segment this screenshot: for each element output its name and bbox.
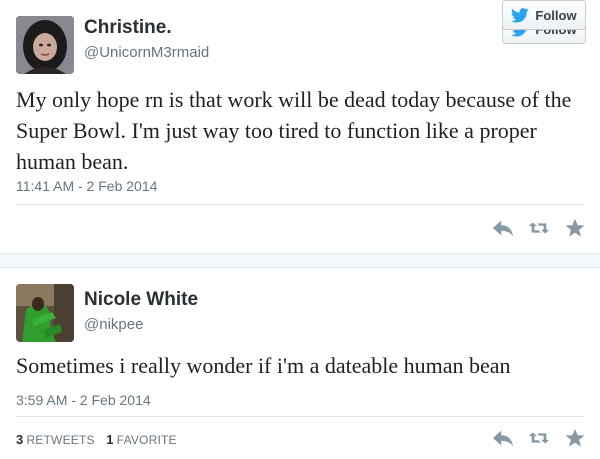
retweet-icon[interactable] [528, 218, 550, 238]
author-info: Christine. @UnicornM3rmaid [84, 16, 209, 64]
retweets-count: 3 [16, 432, 24, 447]
author-username[interactable]: @UnicornM3rmaid [84, 42, 209, 64]
author-info: Nicole White @nikpee [84, 288, 198, 336]
retweets-label: RETWEETS [26, 433, 95, 447]
author-fullname[interactable]: Nicole White [84, 288, 198, 312]
tweet-card: Nicole White @nikpee Sometimes i really … [0, 268, 600, 459]
tweet-actions [492, 428, 586, 448]
divider [16, 204, 584, 205]
favorites-label: FAVORITE [116, 433, 177, 447]
reply-icon[interactable] [492, 218, 514, 238]
tweet-text: Sometimes i really wonder if i'm a datea… [16, 353, 511, 378]
twitter-bird-icon [511, 7, 530, 23]
tweet-card: Christine. @UnicornM3rmaid Follow My onl… [0, 0, 600, 256]
divider [16, 416, 584, 417]
tweet-stats: 3 RETWEETS 1 FAVORITE [16, 432, 185, 447]
avatar-image-nicole [16, 284, 74, 342]
avatar[interactable] [16, 16, 74, 74]
favorites-stat[interactable]: 1 FAVORITE [106, 432, 177, 447]
retweets-stat[interactable]: 3 RETWEETS [16, 432, 98, 447]
tweet-timestamp[interactable]: 11:41 AM - 2 Feb 2014 [16, 178, 157, 194]
star-icon[interactable] [564, 218, 586, 238]
tweet-actions [492, 218, 586, 238]
avatar[interactable] [16, 284, 74, 342]
star-icon[interactable] [564, 428, 586, 448]
retweet-icon[interactable] [528, 428, 550, 448]
author-fullname[interactable]: Christine. [84, 16, 209, 40]
follow-button[interactable]: Follow [502, 0, 586, 30]
author-username[interactable]: @nikpee [84, 314, 198, 336]
avatar-image-christine [16, 16, 74, 74]
follow-button-label: Follow [535, 7, 577, 23]
tweet-separator [0, 253, 600, 268]
tweet-text: My only hope rn is that work will be dea… [16, 87, 572, 174]
reply-icon[interactable] [492, 428, 514, 448]
tweet-timestamp[interactable]: 3:59 AM - 2 Feb 2014 [16, 392, 151, 408]
favorites-count: 1 [106, 432, 114, 447]
tweet-feed: Christine. @UnicornM3rmaid Follow My onl… [0, 0, 600, 459]
